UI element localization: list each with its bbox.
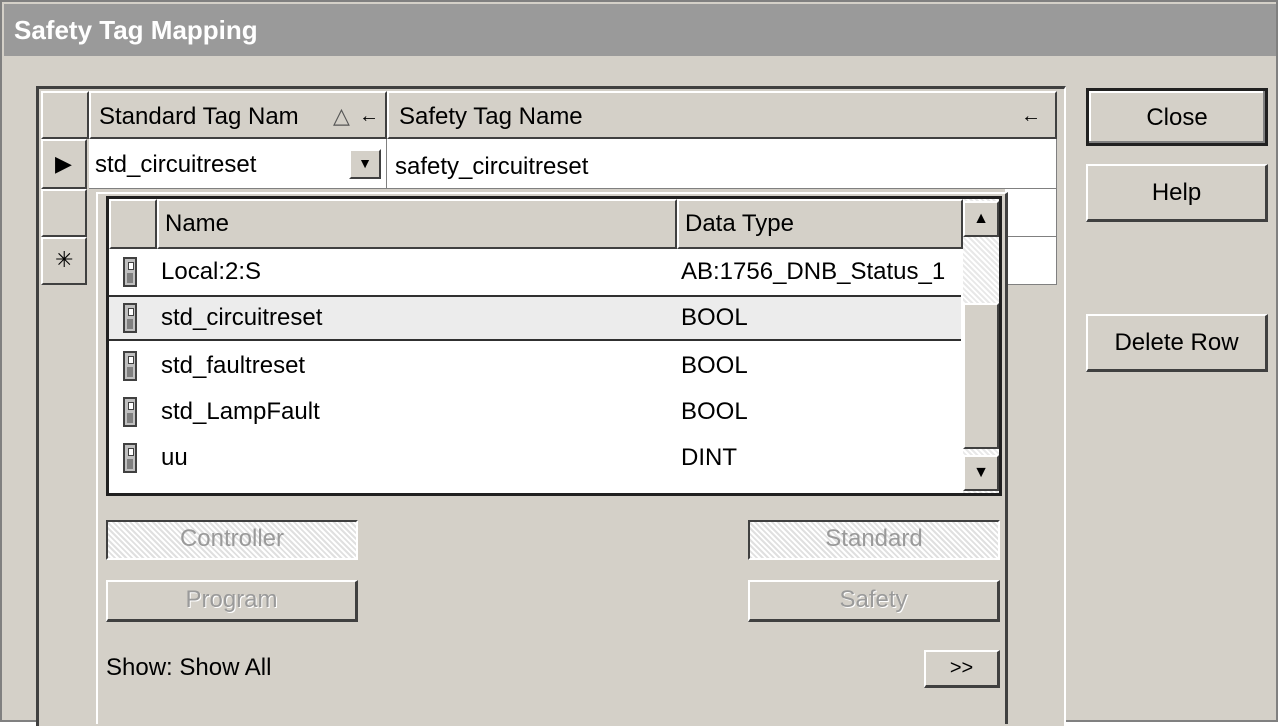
tag-list-header-data-type[interactable]: Data Type <box>677 199 963 249</box>
close-button-label: Close <box>1146 104 1208 131</box>
column-header-standard-tag[interactable]: Standard Tag Nam △ ← <box>89 91 387 139</box>
standard-tag-value: std_circuitreset <box>95 151 257 178</box>
safety-class-button[interactable]: Safety <box>748 580 1000 622</box>
grid-cell[interactable] <box>1005 237 1057 285</box>
tag-name: uu <box>161 444 188 471</box>
window-title: Safety Tag Mapping <box>14 15 258 45</box>
safety-class-label: Safety <box>839 586 908 613</box>
standard-tag-dropdown-button[interactable]: ▼ <box>349 149 381 179</box>
tag-icon <box>123 257 137 287</box>
controller-scope-button[interactable]: Controller <box>106 520 358 560</box>
controller-scope-label: Controller <box>179 525 285 552</box>
arrow-left-icon: ← <box>359 105 379 127</box>
row-header-new[interactable]: ✳ <box>41 237 87 285</box>
tag-data-type: BOOL <box>681 304 748 331</box>
tag-name: Local:2:S <box>161 258 262 285</box>
tag-list-row[interactable]: Local:2:S AB:1756_DNB_Status_1 <box>109 249 961 295</box>
scroll-down-icon: ▼ <box>973 464 989 481</box>
arrow-left-icon: ← <box>1021 105 1041 127</box>
tag-list-row[interactable]: uu DINT <box>109 435 961 481</box>
close-button[interactable]: Close <box>1086 88 1268 146</box>
show-filter-label: Show: Show All <box>106 654 272 681</box>
tag-list-header-name-label: Name <box>165 210 230 237</box>
tag-icon <box>123 397 137 427</box>
asterisk-icon: ✳ <box>55 247 74 272</box>
title-bar: Safety Tag Mapping <box>4 4 1276 56</box>
help-button-label: Help <box>1151 179 1202 206</box>
tag-data-type: BOOL <box>681 398 748 425</box>
scroll-up-icon: ▲ <box>973 210 989 227</box>
tag-icon <box>123 303 137 333</box>
scroll-down-button[interactable]: ▼ <box>963 455 999 491</box>
more-options-label: >> <box>949 657 974 679</box>
column-header-safety-tag[interactable]: Safety Tag Name ← <box>387 91 1057 139</box>
program-scope-label: Program <box>185 586 278 613</box>
program-scope-button[interactable]: Program <box>106 580 358 622</box>
tag-icon <box>123 351 137 381</box>
standard-tag-cell[interactable]: std_circuitreset ▼ <box>89 139 387 189</box>
tag-data-type: AB:1756_DNB_Status_1 <box>681 258 946 285</box>
row-header-current[interactable]: ▶ <box>41 139 87 189</box>
row-header[interactable] <box>41 189 87 237</box>
tag-name: std_circuitreset <box>161 304 323 331</box>
tag-icon <box>123 443 137 473</box>
tag-list: Name Data Type Local:2:S AB:1756_DNB_Sta… <box>106 196 1002 496</box>
grid-cell[interactable] <box>1005 189 1057 237</box>
safety-tag-cell[interactable]: safety_circuitreset <box>387 139 1057 189</box>
delete-row-button-label: Delete Row <box>1114 329 1239 356</box>
triangle-right-icon: ▶ <box>55 151 72 176</box>
tag-name: std_LampFault <box>161 398 320 425</box>
column-header-standard-tag-label: Standard Tag Nam <box>99 103 299 130</box>
tag-list-scrollbar[interactable]: ▲ ▼ <box>963 199 999 493</box>
scroll-up-button[interactable]: ▲ <box>963 201 999 237</box>
tag-data-type: BOOL <box>681 352 748 379</box>
tag-list-corner-header <box>109 199 157 249</box>
tag-data-type: DINT <box>681 444 737 471</box>
tag-name: std_faultreset <box>161 352 306 379</box>
standard-class-label: Standard <box>825 525 923 552</box>
safety-tag-mapping-dialog: Safety Tag Mapping Standard Tag Nam △ ← … <box>0 0 1278 726</box>
grid-corner-header <box>41 91 89 139</box>
tag-list-row[interactable]: std_LampFault BOOL <box>109 389 961 435</box>
help-button[interactable]: Help <box>1086 164 1268 222</box>
delete-row-button[interactable]: Delete Row <box>1086 314 1268 372</box>
tag-list-row-selected[interactable]: std_circuitreset BOOL <box>109 295 961 341</box>
chevron-down-icon: ▼ <box>358 155 372 171</box>
tag-list-row[interactable]: std_faultreset BOOL <box>109 343 961 389</box>
scroll-thumb[interactable] <box>963 303 999 449</box>
sort-ascending-icon: △ <box>333 103 350 128</box>
standard-class-button[interactable]: Standard <box>748 520 1000 560</box>
tag-list-header-name[interactable]: Name <box>157 199 677 249</box>
tag-list-header-data-type-label: Data Type <box>685 210 794 237</box>
safety-tag-value: safety_circuitreset <box>395 153 589 180</box>
more-options-button[interactable]: >> <box>924 650 1000 688</box>
column-header-safety-tag-label: Safety Tag Name <box>399 103 583 130</box>
tag-browser-dropdown: Name Data Type Local:2:S AB:1756_DNB_Sta… <box>96 192 1008 724</box>
